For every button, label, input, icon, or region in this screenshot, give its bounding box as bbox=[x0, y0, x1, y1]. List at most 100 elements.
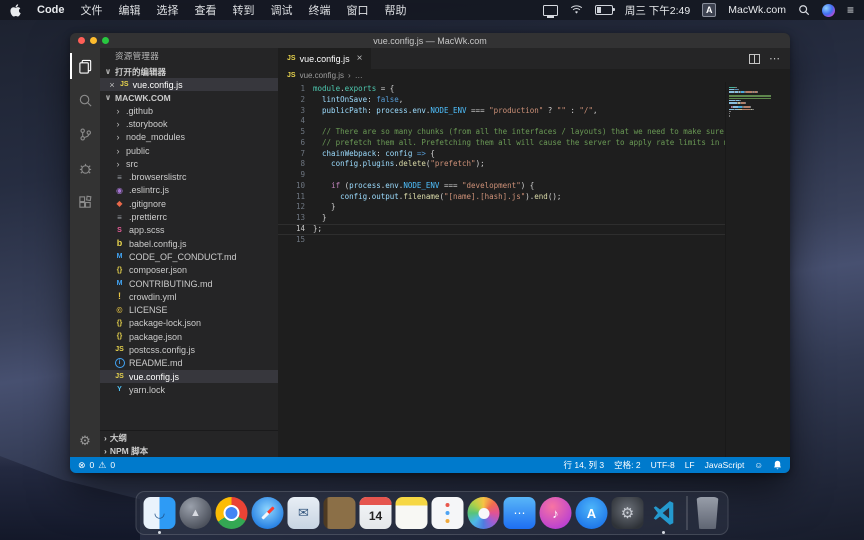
file-row-yarn-lock[interactable]: Yyarn.lock bbox=[100, 383, 278, 396]
settings-icon[interactable]: ⚙ bbox=[612, 497, 644, 529]
code-line-9[interactable]: 9 bbox=[278, 170, 725, 181]
breadcrumb-file[interactable]: vue.config.js bbox=[300, 71, 344, 80]
file-row-postcss-config-js[interactable]: JSpostcss.config.js bbox=[100, 343, 278, 356]
code-line-1[interactable]: 1module.exports = { bbox=[278, 84, 725, 95]
encoding[interactable]: UTF-8 bbox=[651, 460, 675, 470]
code-line-7[interactable]: 7 chainWebpack: config => { bbox=[278, 149, 725, 160]
file-row-node-modules[interactable]: ›node_modules bbox=[100, 131, 278, 144]
file-row-crowdin-yml[interactable]: !crowdin.yml bbox=[100, 290, 278, 303]
menu-item-3[interactable]: 查看 bbox=[195, 2, 217, 18]
source-control-icon[interactable] bbox=[70, 121, 100, 147]
debug-icon[interactable] bbox=[70, 155, 100, 181]
apple-menu-icon[interactable] bbox=[10, 4, 21, 17]
file-row-app-scss[interactable]: Sapp.scss bbox=[100, 224, 278, 237]
file-row--prettierrc[interactable]: ≡.prettierrc bbox=[100, 210, 278, 223]
itunes-icon[interactable]: ♪ bbox=[540, 497, 572, 529]
code-line-14[interactable]: 14}; bbox=[278, 224, 725, 235]
file-row--eslintrc-js[interactable]: ◉.eslintrc.js bbox=[100, 184, 278, 197]
file-row-babel-config-js[interactable]: bbabel.config.js bbox=[100, 237, 278, 250]
menu-item-7[interactable]: 窗口 bbox=[347, 2, 369, 18]
reminders-icon[interactable] bbox=[432, 497, 464, 529]
open-editor-item[interactable]: × JS vue.config.js bbox=[100, 78, 278, 91]
notifications-bell-icon[interactable] bbox=[773, 460, 782, 470]
file-row-readme-md[interactable]: iREADME.md bbox=[100, 357, 278, 370]
menu-app-name[interactable]: Code bbox=[37, 4, 65, 16]
feedback-smiley-icon[interactable]: ☺ bbox=[754, 460, 763, 470]
explorer-icon[interactable] bbox=[70, 53, 100, 79]
sidebar-section-1[interactable]: ›NPM 脚本 bbox=[100, 444, 278, 457]
trash-icon[interactable] bbox=[695, 497, 721, 529]
menu-item-0[interactable]: 文件 bbox=[81, 2, 103, 18]
notes-icon[interactable] bbox=[396, 497, 428, 529]
spotlight-search-icon[interactable] bbox=[798, 4, 810, 16]
menu-item-1[interactable]: 编辑 bbox=[119, 2, 141, 18]
project-section-header[interactable]: ∨ MACWK.COM bbox=[100, 91, 278, 104]
settings-gear-icon[interactable]: ⚙ bbox=[79, 433, 91, 449]
breadcrumb-symbol[interactable]: … bbox=[355, 71, 363, 80]
file-row-license[interactable]: ©LICENSE bbox=[100, 303, 278, 316]
code-line-5[interactable]: 5 // There are so many chunks (from all … bbox=[278, 127, 725, 138]
close-icon[interactable]: × bbox=[108, 80, 116, 90]
input-method-badge[interactable]: A bbox=[702, 3, 716, 17]
battery-icon[interactable] bbox=[595, 5, 613, 15]
more-actions-icon[interactable]: ⋯ bbox=[769, 52, 781, 65]
file-row-src[interactable]: ›src bbox=[100, 157, 278, 170]
code-editor[interactable]: 1module.exports = {2 lintOnSave: false,3… bbox=[278, 82, 725, 457]
cursor-position[interactable]: 行 14, 列 3 bbox=[564, 459, 605, 471]
window-title-bar[interactable]: vue.config.js — MacWk.com bbox=[70, 33, 790, 48]
file-row-contributing-md[interactable]: MCONTRIBUTING.md bbox=[100, 277, 278, 290]
minimize-window-button[interactable] bbox=[90, 37, 97, 44]
split-editor-icon[interactable] bbox=[749, 54, 760, 64]
file-row-package-json[interactable]: {}package.json bbox=[100, 330, 278, 343]
code-line-3[interactable]: 3 publicPath: process.env.NODE_ENV === "… bbox=[278, 106, 725, 117]
chrome-icon[interactable] bbox=[216, 497, 248, 529]
file-row--browserslistrc[interactable]: ≡.browserslistrc bbox=[100, 170, 278, 183]
menu-item-4[interactable]: 转到 bbox=[233, 2, 255, 18]
code-line-6[interactable]: 6 // prefetch them all. Prefetching them… bbox=[278, 138, 725, 149]
code-line-10[interactable]: 10 if (process.env.NODE_ENV === "develop… bbox=[278, 181, 725, 192]
code-line-4[interactable]: 4 bbox=[278, 116, 725, 127]
file-row--gitignore[interactable]: ◆.gitignore bbox=[100, 197, 278, 210]
mail-icon[interactable]: ✉ bbox=[288, 497, 320, 529]
file-row-vue-config-js[interactable]: JSvue.config.js bbox=[100, 370, 278, 383]
code-line-13[interactable]: 13 } bbox=[278, 213, 725, 224]
display-mirroring-icon[interactable] bbox=[543, 5, 558, 16]
file-row-package-lock-json[interactable]: {}package-lock.json bbox=[100, 317, 278, 330]
launchpad-icon[interactable]: ▲ bbox=[180, 497, 212, 529]
breadcrumb[interactable]: JS vue.config.js › … bbox=[278, 69, 790, 82]
eol-setting[interactable]: LF bbox=[685, 460, 695, 470]
indent-setting[interactable]: 空格: 2 bbox=[614, 459, 640, 471]
problems-indicator[interactable]: ⊗ 0 ⚠ 0 bbox=[78, 460, 115, 471]
close-tab-icon[interactable]: × bbox=[357, 53, 363, 64]
language-mode[interactable]: JavaScript bbox=[705, 460, 745, 470]
code-line-12[interactable]: 12 } bbox=[278, 202, 725, 213]
menu-clock[interactable]: 周三 下午2:49 bbox=[625, 3, 690, 18]
appstore-icon[interactable]: A bbox=[576, 497, 608, 529]
code-line-11[interactable]: 11 config.output.filename("[name].[hash]… bbox=[278, 192, 725, 203]
minimap[interactable] bbox=[725, 82, 790, 457]
menu-item-8[interactable]: 帮助 bbox=[385, 2, 407, 18]
extensions-icon[interactable] bbox=[70, 189, 100, 215]
photos-icon[interactable] bbox=[468, 497, 500, 529]
file-row-composer-json[interactable]: {}composer.json bbox=[100, 264, 278, 277]
siri-icon[interactable] bbox=[822, 4, 835, 17]
open-editors-header[interactable]: ∨ 打开的编辑器 bbox=[100, 65, 278, 78]
contacts-icon[interactable] bbox=[324, 497, 356, 529]
code-line-2[interactable]: 2 lintOnSave: false, bbox=[278, 95, 725, 106]
sidebar-section-0[interactable]: ›大纲 bbox=[100, 431, 278, 444]
file-row-public[interactable]: ›public bbox=[100, 144, 278, 157]
zoom-window-button[interactable] bbox=[102, 37, 109, 44]
menu-host-label[interactable]: MacWk.com bbox=[728, 4, 786, 16]
close-window-button[interactable] bbox=[78, 37, 85, 44]
menu-item-5[interactable]: 调试 bbox=[271, 2, 293, 18]
notification-center-icon[interactable]: ≡ bbox=[847, 4, 854, 16]
vscode-icon[interactable] bbox=[648, 497, 680, 529]
wifi-icon[interactable] bbox=[570, 5, 583, 15]
tab-vue-config[interactable]: JS vue.config.js × bbox=[278, 48, 371, 69]
file-row--github[interactable]: ›.github bbox=[100, 104, 278, 117]
code-line-15[interactable]: 15 bbox=[278, 235, 725, 246]
safari-icon[interactable] bbox=[252, 497, 284, 529]
search-icon[interactable] bbox=[70, 87, 100, 113]
menu-item-2[interactable]: 选择 bbox=[157, 2, 179, 18]
calendar-icon[interactable]: 14 bbox=[360, 497, 392, 529]
